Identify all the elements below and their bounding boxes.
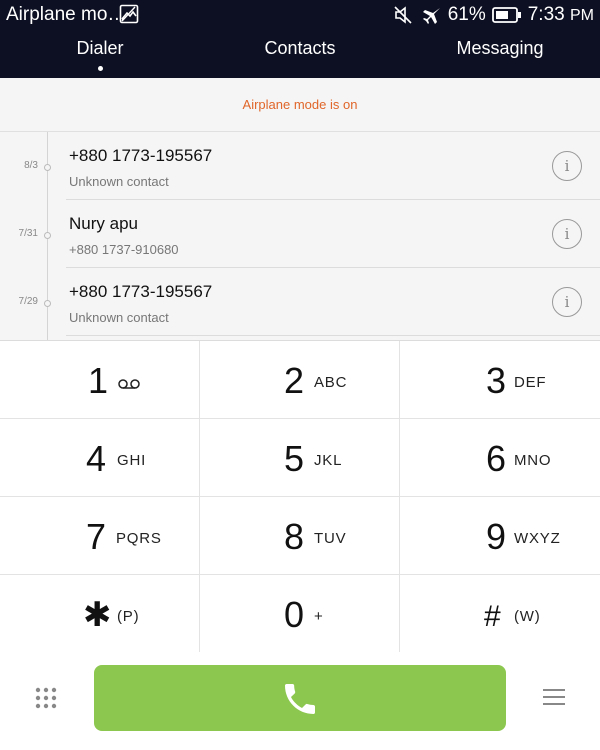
voicemail-icon xyxy=(118,379,140,389)
top-bar: Airplane mo… 61% 7:33 PM Dialer Contacts… xyxy=(0,0,600,78)
row-divider xyxy=(66,335,600,336)
key-letters: MNO xyxy=(514,452,552,469)
key-5[interactable]: 5 JKL xyxy=(200,419,400,497)
key-letters: WXYZ xyxy=(514,530,561,547)
call-subtitle: Unknown contact xyxy=(69,174,169,189)
call-subtitle: Unknown contact xyxy=(69,310,169,325)
tab-bar: Dialer Contacts Messaging xyxy=(0,38,600,74)
key-letters: PQRS xyxy=(116,530,162,547)
call-name: +880 1773-195567 xyxy=(69,282,213,301)
key-digit: ✱ xyxy=(83,596,112,634)
dial-keypad: 1 2 ABC 3 DEF 4 GHI 5 JKL 6 MNO 7 PQRS 8… xyxy=(0,340,600,653)
key-7[interactable]: 7 PQRS xyxy=(0,497,200,575)
key-4[interactable]: 4 GHI xyxy=(0,419,200,497)
tab-label: Dialer xyxy=(76,38,124,58)
key-digit: 0 xyxy=(284,594,305,635)
dialpad-grid-icon[interactable] xyxy=(34,686,58,710)
key-digit: 8 xyxy=(284,516,305,557)
key-digit: 3 xyxy=(486,360,507,401)
airplane-mode-banner: Airplane mode is on xyxy=(0,78,600,132)
phone-icon xyxy=(285,684,315,714)
key-6[interactable]: 6 MNO xyxy=(400,419,600,497)
call-log: 8/3 +880 1773-195567 Unknown contact i 7… xyxy=(0,132,600,340)
tab-label: Contacts xyxy=(264,38,336,58)
call-log-row[interactable]: 7/29 +880 1773-195567 Unknown contact i xyxy=(0,268,600,336)
image-icon xyxy=(119,4,139,24)
info-icon[interactable]: i xyxy=(552,219,582,249)
timeline-node xyxy=(44,164,51,171)
tab-dialer[interactable]: Dialer xyxy=(0,38,200,74)
key-9[interactable]: 9 WXYZ xyxy=(400,497,600,575)
call-date: 7/31 xyxy=(18,228,38,239)
key-0[interactable]: 0 + xyxy=(200,575,400,653)
call-log-row[interactable]: 8/3 +880 1773-195567 Unknown contact i xyxy=(0,132,600,200)
tab-contacts[interactable]: Contacts xyxy=(200,38,400,74)
key-digit: 6 xyxy=(486,438,507,479)
key-1[interactable]: 1 xyxy=(0,341,200,419)
key-digit: 7 xyxy=(86,516,107,557)
airplane-icon xyxy=(422,8,440,24)
call-name: Nury apu xyxy=(69,214,138,233)
status-time: 7:33 PM xyxy=(527,4,594,25)
call-subtitle: +880 1737-910680 xyxy=(69,242,179,257)
tab-label: Messaging xyxy=(456,38,544,58)
status-bar: Airplane mo… 61% 7:33 PM xyxy=(0,0,600,30)
active-tab-indicator xyxy=(97,66,103,71)
timeline-node xyxy=(44,232,51,239)
key-8[interactable]: 8 TUV xyxy=(200,497,400,575)
battery-percent: 61% xyxy=(447,4,486,25)
tab-messaging[interactable]: Messaging xyxy=(400,38,600,74)
call-date: 7/29 xyxy=(18,296,38,307)
key-3[interactable]: 3 DEF xyxy=(400,341,600,419)
bottom-bar xyxy=(0,652,600,750)
key-letters: TUV xyxy=(314,530,347,547)
battery-icon xyxy=(491,7,521,23)
call-date: 8/3 xyxy=(24,160,38,171)
call-name: +880 1773-195567 xyxy=(69,146,213,165)
key-letters: (P) xyxy=(117,608,140,625)
key-letters: GHI xyxy=(117,452,147,469)
key-star[interactable]: ✱ (P) xyxy=(0,575,200,653)
status-title: Airplane mo… xyxy=(6,4,127,25)
key-letters: + xyxy=(314,608,324,625)
info-icon[interactable]: i xyxy=(552,151,582,181)
key-digit: # xyxy=(484,600,501,633)
status-right: 61% 7:33 PM xyxy=(392,3,594,27)
key-2[interactable]: 2 ABC xyxy=(200,341,400,419)
key-letters: JKL xyxy=(314,452,343,469)
key-digit: 5 xyxy=(284,438,305,479)
key-digit: 1 xyxy=(88,360,109,401)
info-icon[interactable]: i xyxy=(552,287,582,317)
call-button[interactable] xyxy=(94,665,506,731)
call-log-row[interactable]: 7/31 Nury apu +880 1737-910680 i xyxy=(0,200,600,268)
timeline-node xyxy=(44,300,51,307)
menu-icon[interactable] xyxy=(543,689,565,707)
key-letters: DEF xyxy=(514,374,547,391)
key-letters: ABC xyxy=(314,374,348,391)
key-letters: (W) xyxy=(514,608,541,625)
key-digit: 2 xyxy=(284,360,305,401)
mute-icon xyxy=(394,6,412,24)
key-digit: 9 xyxy=(486,516,507,557)
key-digit: 4 xyxy=(86,438,107,479)
key-hash[interactable]: # (W) xyxy=(400,575,600,653)
